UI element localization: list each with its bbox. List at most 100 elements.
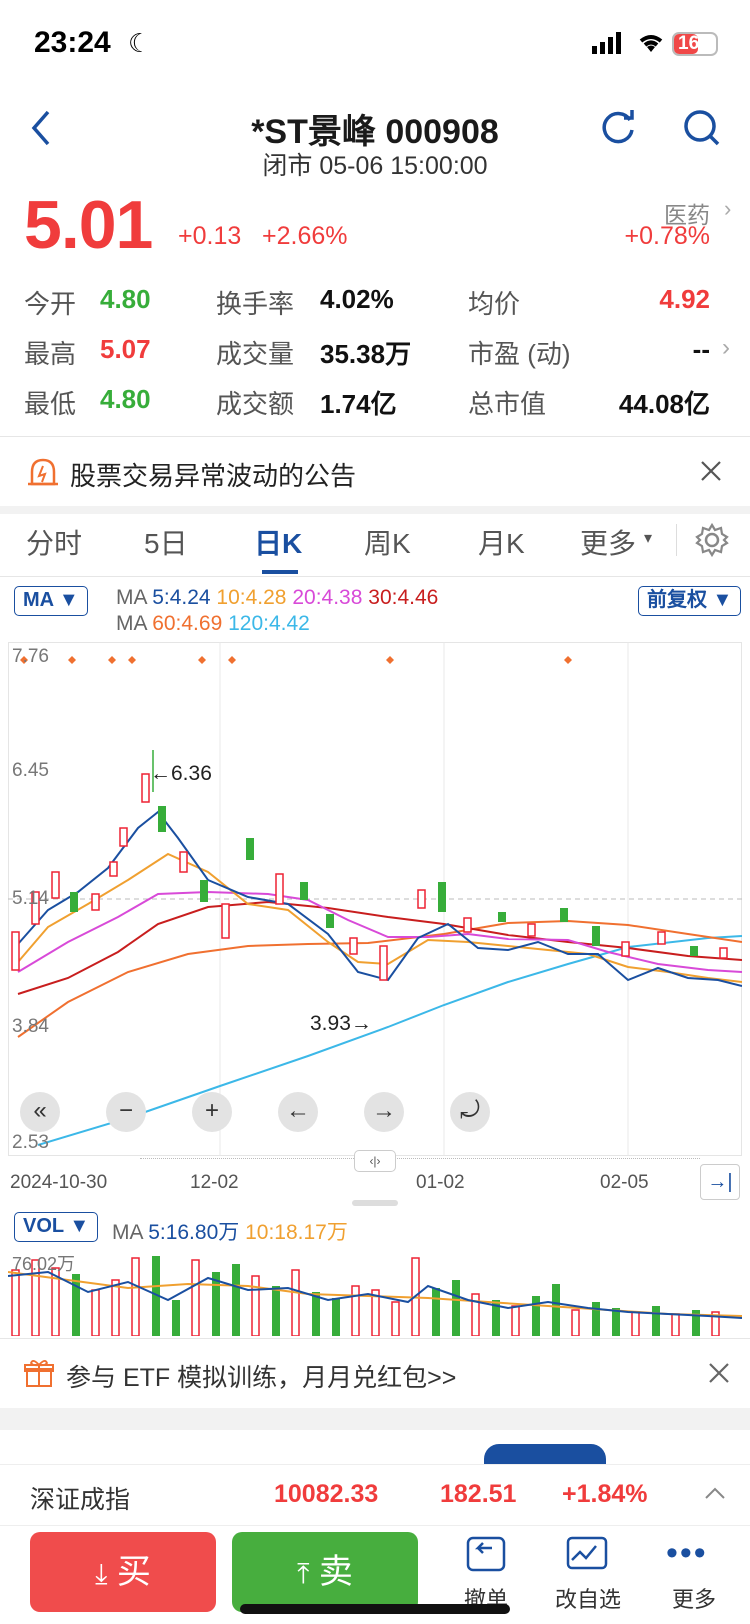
y-axis-label: 3.84: [12, 1016, 49, 1037]
sell-button[interactable]: ⤒ 卖: [232, 1532, 418, 1612]
upload-icon: ⤒: [297, 1558, 310, 1589]
ma-legend-item: 120:4.42: [228, 612, 310, 635]
chevron-right-icon[interactable]: ›: [722, 334, 730, 362]
stat-label: 成交额: [216, 389, 295, 419]
close-icon[interactable]: [700, 460, 722, 482]
ma-selector[interactable]: MA ▼: [14, 586, 88, 616]
stat-label[interactable]: 市盈 (动): [468, 334, 571, 371]
status-time: 23:24: [34, 26, 111, 59]
ma-legend-item: 5:4.24: [152, 586, 211, 609]
ma-legend-item: MA: [116, 612, 147, 635]
download-icon: ⤓: [95, 1558, 108, 1589]
y-axis-label: 2.53: [12, 1132, 49, 1153]
gift-icon: [24, 1360, 54, 1387]
home-indicator: [240, 1604, 510, 1614]
alarm-icon: [28, 458, 58, 486]
stat-value: 4.92: [659, 284, 710, 314]
more-label[interactable]: 更多: [644, 1582, 744, 1614]
price-change-pct: +2.66%: [262, 222, 348, 250]
tab-daily-k[interactable]: 日K: [254, 522, 302, 562]
scroll-handle[interactable]: ‹|›: [354, 1150, 396, 1172]
adjust-selector[interactable]: 前复权 ▼: [638, 586, 742, 616]
stat-value: 35.38万: [320, 339, 412, 369]
buy-button[interactable]: ⤓ 买: [30, 1532, 216, 1612]
tab-monthly-k[interactable]: 月K: [478, 522, 525, 562]
section-gap: [0, 1408, 750, 1430]
search-icon[interactable]: [682, 108, 722, 148]
close-icon[interactable]: [708, 1362, 730, 1384]
index-change: 182.51: [440, 1480, 517, 1508]
pan-right-button[interactable]: →: [364, 1092, 404, 1132]
zoom-in-button[interactable]: +: [192, 1092, 232, 1132]
edit-watchlist-label[interactable]: 改自选: [538, 1582, 638, 1614]
stat-label: 今开: [24, 289, 77, 319]
ma-legend-item: 20:4.38: [292, 586, 363, 609]
vol-selector[interactable]: VOL ▼: [14, 1212, 99, 1242]
x-axis-date: 2024-10-30: [10, 1172, 108, 1193]
sell-label: 卖: [318, 1553, 353, 1591]
adjust-chip-label: 前复权: [647, 589, 707, 611]
index-pct: +1.84%: [562, 1480, 648, 1508]
ma-legend-line1: MA 5:4.24 10:4.28 20:4.38 30:4.46: [116, 586, 438, 610]
rotate-button[interactable]: ⤾: [450, 1092, 490, 1132]
chevron-up-icon[interactable]: [704, 1486, 726, 1500]
y-axis-label: 5.14: [12, 888, 49, 909]
candles: [11, 750, 728, 981]
volume-chart: [8, 1256, 742, 1336]
jump-to-latest-button[interactable]: →|: [700, 1164, 740, 1200]
ma-legend-item: 30:4.46: [368, 586, 439, 609]
settings-icon[interactable]: [694, 522, 730, 558]
stat-label: 最高: [24, 339, 77, 369]
divider: [0, 576, 750, 577]
buy-label: 买: [116, 1553, 151, 1591]
drag-handle[interactable]: [352, 1200, 398, 1206]
section-gap: [0, 506, 750, 514]
tab-intraday[interactable]: 分时: [26, 522, 82, 562]
stat-value: 44.08亿: [618, 389, 710, 419]
moon-icon: ☾: [128, 28, 152, 58]
scroll-ruler[interactable]: [140, 1158, 700, 1166]
chevron-right-icon[interactable]: ›: [724, 196, 731, 222]
cellular-signal-icon: [592, 32, 621, 54]
battery-text: 16: [678, 33, 700, 54]
kline-canvas: [8, 642, 742, 1156]
tab-weekly-k[interactable]: 周K: [364, 522, 411, 562]
promo-text[interactable]: 参与 ETF 模拟训练，月月兑红包>>: [66, 1358, 456, 1394]
event-markers: [20, 656, 572, 664]
stat-value: 4.80: [100, 384, 151, 414]
stat-label: 换手率: [216, 289, 295, 319]
x-axis-date: 01-02: [416, 1172, 465, 1193]
ma-legend-item: 60:4.69: [152, 612, 223, 635]
ma-legend-item: 10:4.28: [216, 586, 287, 609]
market-status: 闭市 05-06 15:00:00: [262, 152, 488, 180]
stat-value: 4.02%: [320, 284, 394, 314]
vol-ma-item: 10:18.17万: [245, 1221, 348, 1244]
notice-text[interactable]: 股票交易异常波动的公告: [70, 456, 356, 493]
dropdown-icon[interactable]: ▾: [644, 528, 652, 548]
stat-label: 成交量: [216, 339, 295, 369]
stat-value: 4.80: [100, 284, 151, 314]
rewind-button[interactable]: «: [20, 1092, 60, 1132]
low-annotation: 3.93→: [310, 1012, 372, 1035]
divider: [0, 436, 750, 437]
tab-5day[interactable]: 5日: [144, 522, 188, 562]
current-price: 5.01: [24, 187, 153, 263]
stat-label: 均价: [468, 289, 521, 319]
x-axis-date: 02-05: [600, 1172, 649, 1193]
stat-value: 1.74亿: [320, 389, 397, 419]
vol-ma-item: MA: [112, 1221, 143, 1244]
price-change: +0.13: [178, 222, 242, 250]
cancel-order-icon[interactable]: [466, 1536, 506, 1572]
zoom-out-button[interactable]: −: [106, 1092, 146, 1132]
pan-left-button[interactable]: ←: [278, 1092, 318, 1132]
vol-chip-label: VOL: [23, 1215, 64, 1237]
ma-legend-line2: MA 60:4.69 120:4.42: [116, 612, 310, 636]
active-tab-indicator: [262, 570, 298, 574]
tab-more[interactable]: 更多: [580, 522, 636, 562]
y-axis-label: 7.76: [12, 646, 49, 667]
vol-ma-legend: MA 5:16.80万 10:18.17万: [112, 1216, 348, 1246]
more-icon[interactable]: •••: [666, 1534, 708, 1573]
refresh-icon[interactable]: [598, 108, 638, 148]
edit-watchlist-icon[interactable]: [566, 1536, 608, 1572]
stat-value: 5.07: [100, 334, 151, 364]
